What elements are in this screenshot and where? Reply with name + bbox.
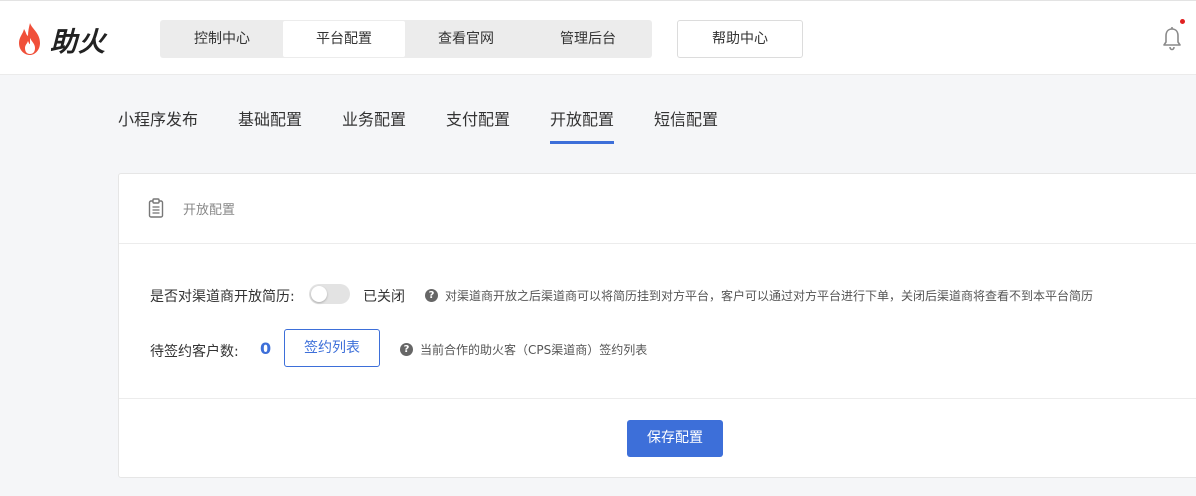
tab-sms-config[interactable]: 短信配置 <box>654 100 718 144</box>
question-icon: ? <box>425 289 438 302</box>
card-title: 开放配置 <box>183 203 236 218</box>
save-config-button[interactable]: 保存配置 <box>627 420 723 457</box>
card-header: 开放配置 <box>119 174 1196 244</box>
flame-icon <box>16 22 44 56</box>
pending-clients-row: 待签约客户数: 0 签约列表 ? 当前合作的助火客（CPS渠道商）签约列表 <box>119 329 1196 367</box>
toggle-knob <box>311 286 327 302</box>
open-resume-hint: ? 对渠道商开放之后渠道商可以将简历挂到对方平台，客户可以通过对方平台进行下单，… <box>425 287 1093 304</box>
nav-admin-backend[interactable]: 管理后台 <box>527 21 649 57</box>
open-resume-label: 是否对渠道商开放简历: <box>150 289 295 305</box>
toggle-status-text: 已关闭 <box>363 289 405 305</box>
pending-clients-hint: ? 当前合作的助火客（CPS渠道商）签约列表 <box>400 341 647 358</box>
top-header: 助火 控制中心 平台配置 查看官网 管理后台 帮助中心 <box>0 0 1196 75</box>
brand-name: 助火 <box>50 26 106 58</box>
tab-open-config[interactable]: 开放配置 <box>550 100 615 144</box>
sign-list-button[interactable]: 签约列表 <box>284 329 380 367</box>
tab-miniprogram-publish[interactable]: 小程序发布 <box>118 100 198 144</box>
nav-control-center[interactable]: 控制中心 <box>161 21 283 57</box>
main-nav: 控制中心 平台配置 查看官网 管理后台 <box>160 20 652 58</box>
tab-business-config[interactable]: 业务配置 <box>342 100 406 144</box>
card-divider <box>119 398 1196 399</box>
nav-platform-config[interactable]: 平台配置 <box>283 21 405 57</box>
pending-clients-hint-text: 当前合作的助火客（CPS渠道商）签约列表 <box>420 343 648 357</box>
question-icon: ? <box>400 343 413 356</box>
tab-payment-config[interactable]: 支付配置 <box>446 100 510 144</box>
open-resume-row: 是否对渠道商开放简历: 已关闭 ? 对渠道商开放之后渠道商可以将简历挂到对方平台… <box>119 282 1196 306</box>
bell-icon[interactable] <box>1161 26 1183 52</box>
tab-basic-config[interactable]: 基础配置 <box>238 100 302 144</box>
pending-clients-count: 0 <box>260 339 272 358</box>
open-resume-toggle[interactable] <box>309 284 350 304</box>
notification-dot <box>1180 19 1185 24</box>
pending-clients-label: 待签约客户数: <box>150 344 239 360</box>
clipboard-icon <box>148 198 164 218</box>
help-center-button[interactable]: 帮助中心 <box>677 20 803 58</box>
brand-logo[interactable]: 助火 <box>16 22 106 58</box>
open-resume-hint-text: 对渠道商开放之后渠道商可以将简历挂到对方平台，客户可以通过对方平台进行下单，关闭… <box>445 289 1094 303</box>
top-border <box>0 0 1196 3</box>
open-config-card: 开放配置 是否对渠道商开放简历: 已关闭 ? 对渠道商开放之后渠道商可以将简历挂… <box>118 173 1196 478</box>
nav-official-site[interactable]: 查看官网 <box>405 21 527 57</box>
